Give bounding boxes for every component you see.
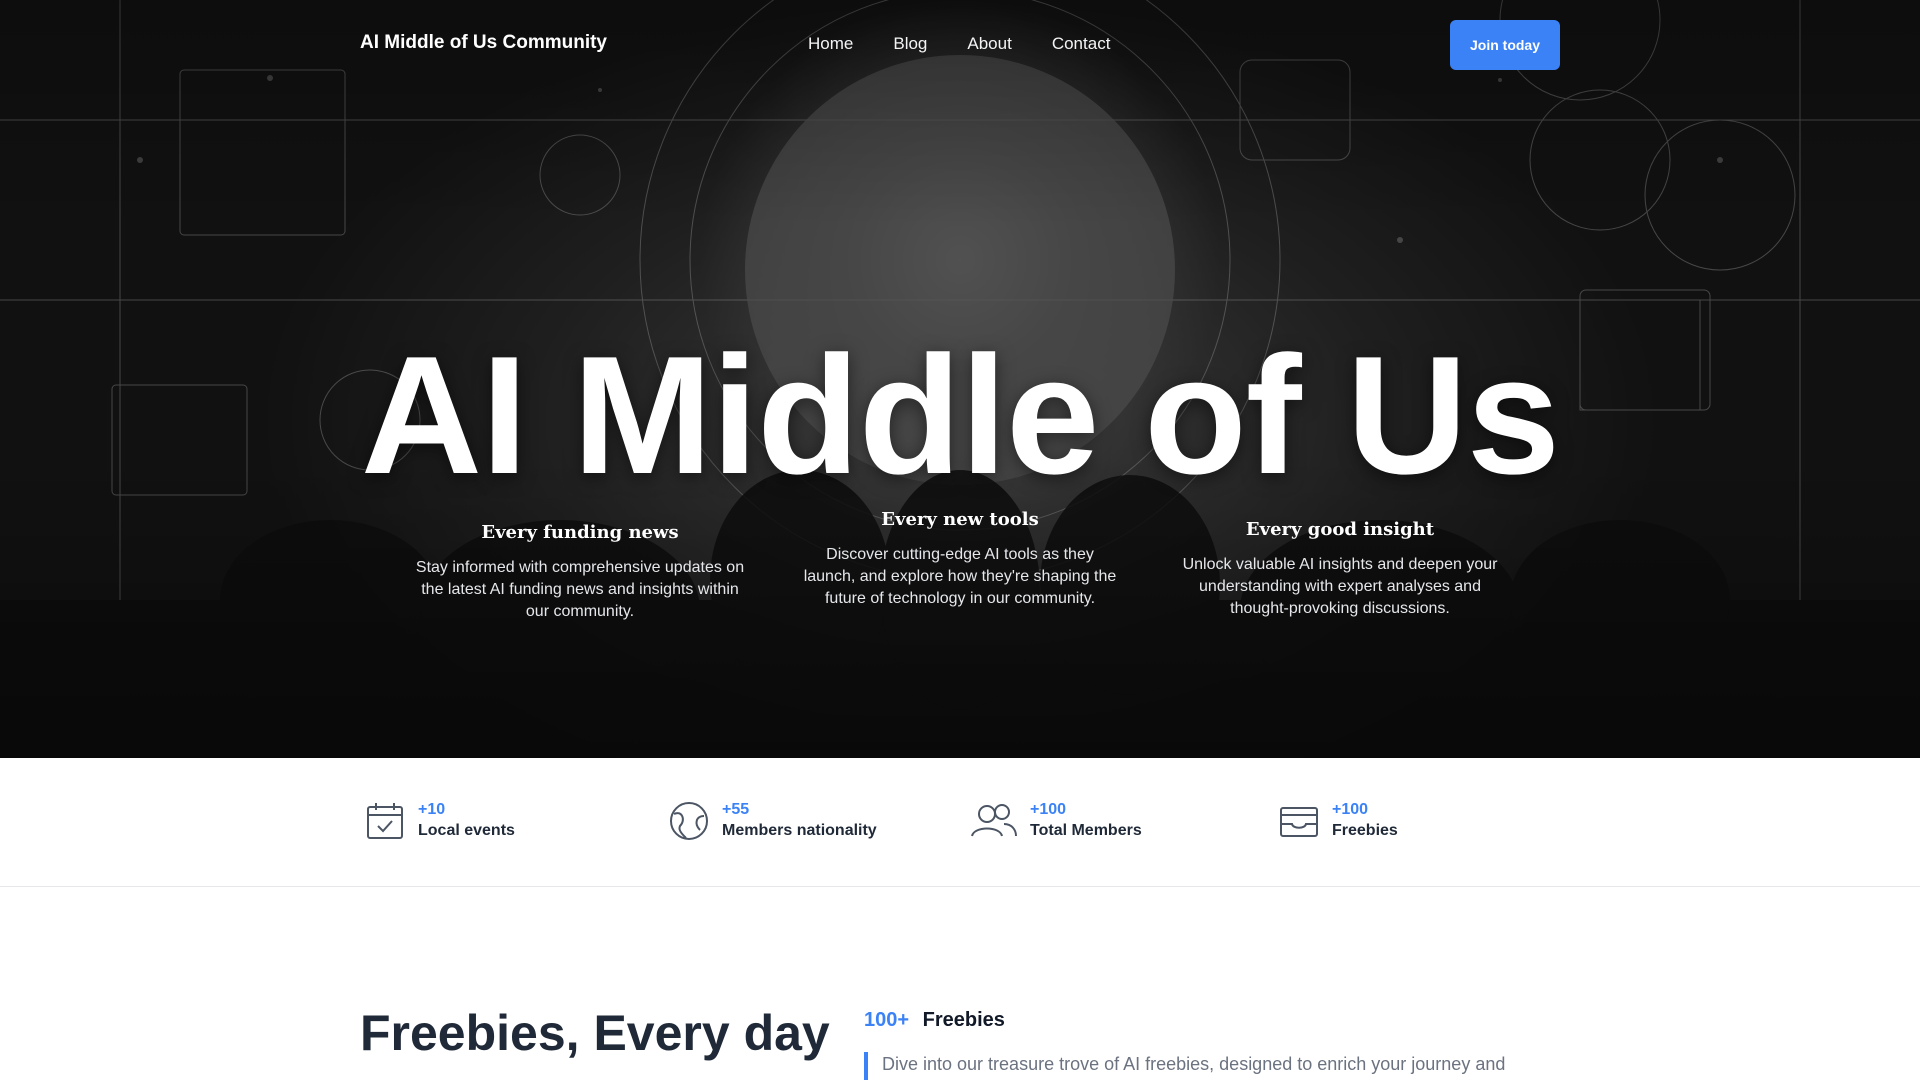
nav-about[interactable]: About [967,34,1011,54]
brand-logo[interactable]: AI Middle of Us Community [360,32,607,54]
stat-value: +100 [1030,801,1067,818]
feature-title: Every good insight [1245,519,1435,540]
feature-text: Discover cutting-edge AI tools as they l… [803,546,1117,607]
stat-value: +100 [1332,801,1369,818]
inbox-icon [1280,807,1318,837]
nav-contact[interactable]: Contact [1052,34,1111,54]
join-today-button[interactable]: Join today [1450,20,1560,70]
feature-title: Every new tools [881,509,1039,530]
feature-good-insight: Every good insight Unlock valuable AI in… [1180,519,1500,620]
freebies-title: Freebies, Every day [360,1005,830,1061]
nav-blog[interactable]: Blog [893,34,927,54]
stat-local-events: +10 Local events [364,800,515,842]
freebies-description: Dive into our treasure trove of AI freeb… [864,1052,1602,1080]
freebies-count-label: Freebies [922,1009,1005,1031]
globe-icon [670,802,708,840]
stat-total-members: +100 Total Members [970,800,1142,842]
stat-label: Members nationality [722,822,877,839]
nav-home[interactable]: Home [808,34,853,54]
freebies-count-value: 100+ [864,1009,910,1031]
users-icon [971,804,1017,837]
feature-new-tools: Every new tools Discover cutting-edge AI… [800,509,1120,610]
feature-text: Stay informed with comprehensive updates… [415,559,745,620]
hero-title: AI Middle of Us [360,320,1560,509]
stat-label: Local events [418,822,515,839]
stat-value: +10 [418,801,446,818]
freebies-count: 100+ Freebies [864,1009,1005,1032]
feature-text: Unlock valuable AI insights and deepen y… [1182,556,1498,617]
stat-value: +55 [722,801,750,818]
feature-title: Every funding news [481,522,679,543]
hero-section: AI Middle of Us Community Home Blog Abou… [0,0,1920,758]
stats-bar: +10 Local events +55 Members nationality… [0,758,1920,887]
stat-label: Total Members [1030,822,1142,839]
calendar-check-icon [367,803,403,839]
stat-freebies: +100 Freebies [1278,800,1398,842]
stat-label: Freebies [1332,822,1398,839]
feature-funding-news: Every funding news Stay informed with co… [410,522,750,623]
stat-members-nationality: +55 Members nationality [668,800,877,842]
main-nav: Home Blog About Contact [808,34,1110,54]
